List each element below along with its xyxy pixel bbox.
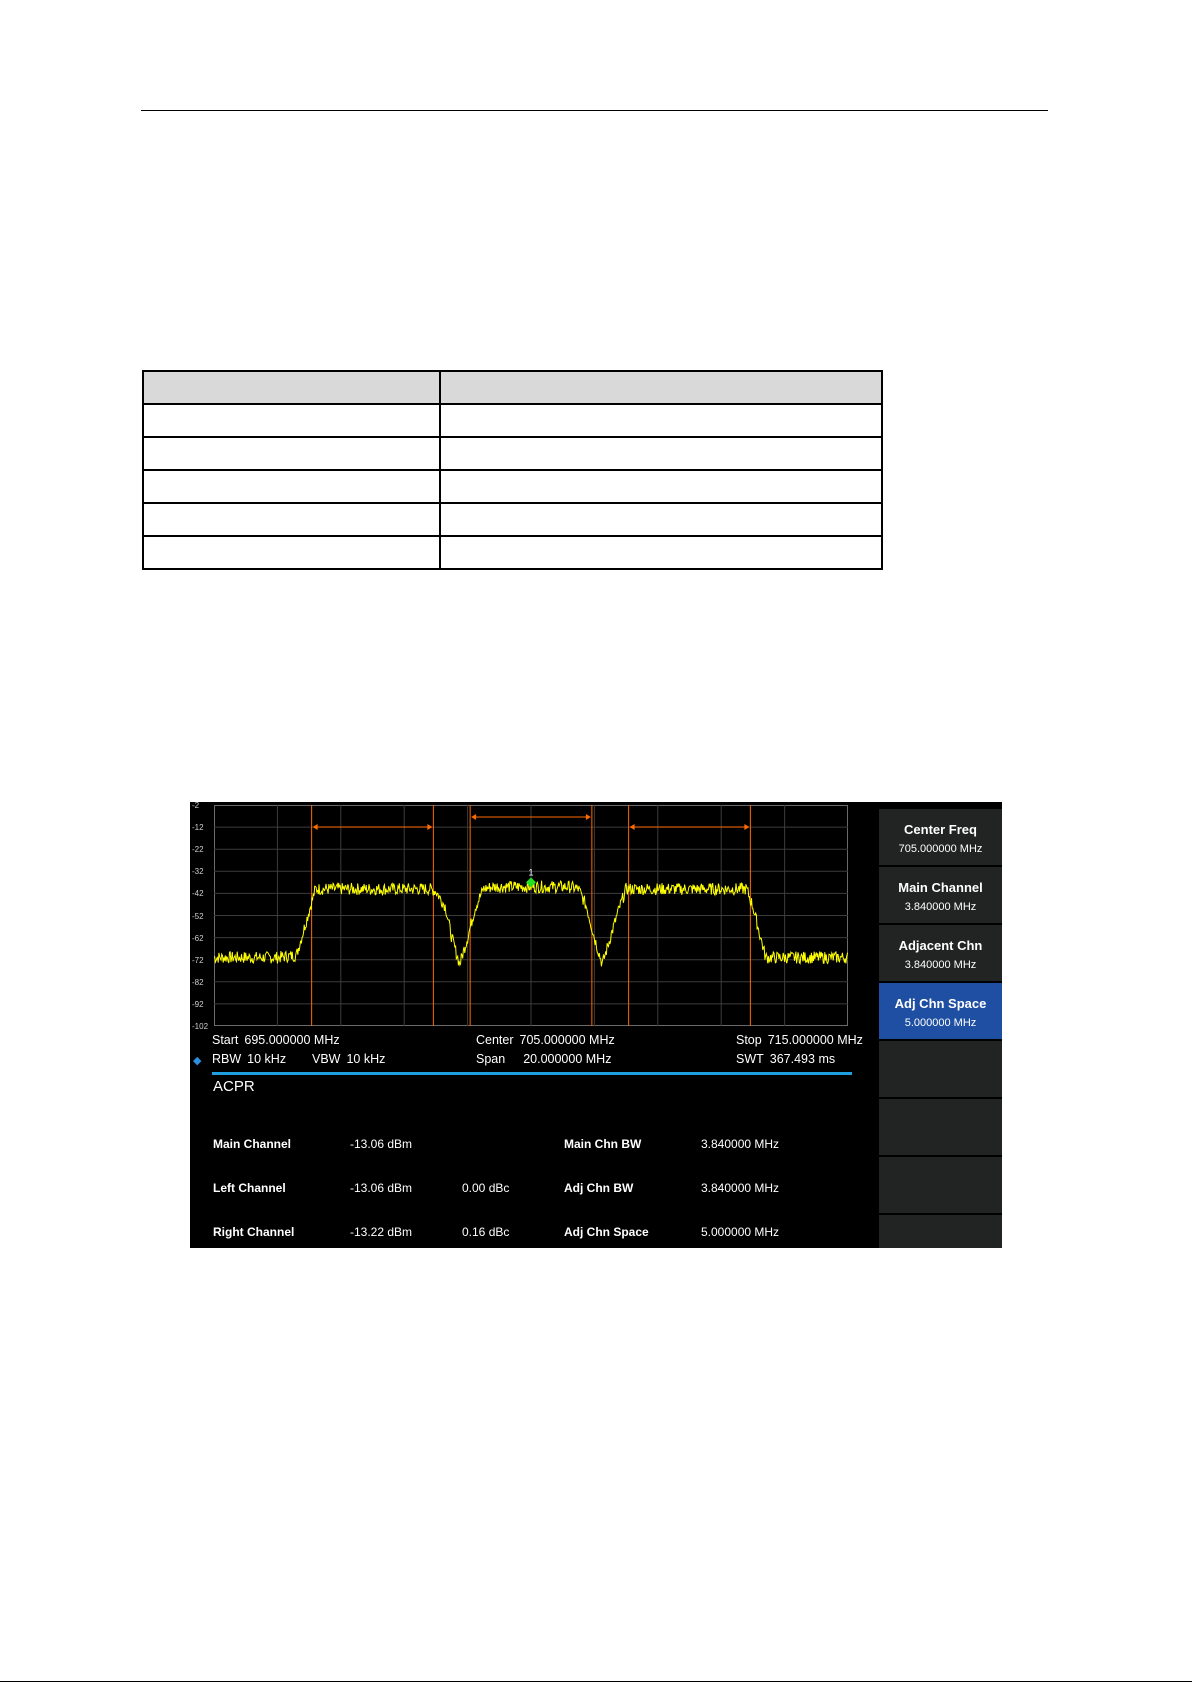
main-chn-bw-value: 3.840000 MHz xyxy=(701,1137,780,1151)
rbw-label: RBW xyxy=(212,1052,242,1066)
adj-chn-bw-value: 3.840000 MHz xyxy=(701,1181,780,1195)
softkey-blank-4[interactable] xyxy=(879,1215,1002,1248)
right-channel-power: -13.22 dBm xyxy=(350,1225,413,1239)
softkey-adjacent-chn[interactable]: Adjacent Chn 3.840000 MHz xyxy=(879,925,1002,981)
swt-label: SWT xyxy=(736,1052,764,1066)
table-cell xyxy=(439,436,883,471)
table-cell xyxy=(439,535,883,570)
y-tick-label: -2 xyxy=(192,802,200,810)
y-tick-label: -62 xyxy=(192,933,204,943)
marker-label: 1 xyxy=(528,867,533,877)
vbw: VBW 10 kHz xyxy=(312,1052,385,1066)
y-tick-label: -32 xyxy=(192,867,204,877)
softkey-panel: Center Freq 705.000000 MHz Main Channel … xyxy=(879,802,1002,1248)
arrow-head-right-icon xyxy=(744,824,750,830)
y-tick-label: -52 xyxy=(192,911,204,921)
main-channel-label: Main Channel xyxy=(213,1137,292,1151)
table-cell xyxy=(142,436,441,471)
center-freq: Center 705.000000 MHz xyxy=(476,1033,615,1047)
softkey-blank-2[interactable] xyxy=(879,1099,1002,1155)
table-row xyxy=(142,502,883,537)
vbw-value: 10 kHz xyxy=(346,1052,386,1066)
table-cell xyxy=(439,502,883,537)
swt-value: 367.493 ms xyxy=(769,1052,836,1066)
y-tick-label: -12 xyxy=(192,823,204,833)
main-chn-bw-label: Main Chn BW xyxy=(564,1137,642,1151)
center-value: 705.000000 MHz xyxy=(519,1033,615,1047)
right-channel-label: Right Channel xyxy=(213,1225,295,1239)
softkey-title: Adjacent Chn xyxy=(898,938,983,953)
table-row xyxy=(142,469,883,504)
table-cell xyxy=(142,502,441,537)
span: Span 20.000000 MHz xyxy=(476,1052,611,1066)
rbw: RBW 10 kHz xyxy=(212,1052,286,1066)
left-channel-label: Left Channel xyxy=(213,1181,286,1195)
left-channel-rel: 0.00 dBc xyxy=(462,1181,510,1195)
softkey-center-freq[interactable]: Center Freq 705.000000 MHz xyxy=(879,809,1002,865)
table-cell xyxy=(439,469,883,504)
span-value: 20.000000 MHz xyxy=(523,1052,612,1066)
adj-chn-bw-label: Adj Chn BW xyxy=(564,1181,634,1195)
stop-label: Stop xyxy=(736,1033,762,1047)
softkey-blank-3[interactable] xyxy=(879,1157,1002,1213)
spectrum-svg: 1 xyxy=(214,805,848,1026)
table-cell xyxy=(142,403,441,438)
left-channel-power: -13.06 dBm xyxy=(350,1181,413,1195)
arrow-head-right-icon xyxy=(427,824,433,830)
table-row xyxy=(142,403,883,438)
softkey-title: Center Freq xyxy=(904,822,977,837)
softkey-title: Main Channel xyxy=(898,880,983,895)
spectrum-plot[interactable]: 1 xyxy=(214,805,848,1026)
start-label: Start xyxy=(212,1033,239,1047)
adj-chn-space-value: 5.000000 MHz xyxy=(701,1225,780,1239)
arrow-head-right-icon xyxy=(585,814,591,820)
y-tick-label: -102 xyxy=(192,1022,209,1031)
softkey-value: 5.000000 MHz xyxy=(904,1017,977,1029)
y-tick-label: -72 xyxy=(192,955,204,965)
softkey-value: 3.840000 MHz xyxy=(904,901,977,913)
page-header-rule xyxy=(141,110,1048,111)
right-channel-rel: 0.16 dBc xyxy=(462,1225,510,1239)
y-tick-label: -22 xyxy=(192,845,204,855)
span-label: Span xyxy=(476,1052,506,1066)
table-cell xyxy=(142,469,441,504)
softkey-value: 3.840000 MHz xyxy=(904,959,977,971)
table-row xyxy=(142,535,883,570)
page-footer-rule xyxy=(0,1681,1192,1682)
parameter-table xyxy=(142,370,883,570)
stop-value: 715.000000 MHz xyxy=(767,1033,863,1047)
swt: SWT 367.493 ms xyxy=(736,1052,835,1066)
softkey-value: 705.000000 MHz xyxy=(898,843,983,855)
y-tick-label: -42 xyxy=(192,889,204,899)
arrow-head-left-icon xyxy=(312,824,318,830)
rbw-value: 10 kHz xyxy=(247,1052,287,1066)
main-channel-power: -13.06 dBm xyxy=(350,1137,413,1151)
table-row xyxy=(142,436,883,471)
divider-line xyxy=(212,1072,852,1075)
arrow-head-left-icon xyxy=(629,824,635,830)
table-cell xyxy=(439,403,883,438)
start-value: 695.000000 MHz xyxy=(244,1033,340,1047)
stop-freq: Stop 715.000000 MHz xyxy=(736,1033,863,1047)
y-tick-label: -92 xyxy=(192,999,204,1009)
analyzer-screen: -2 -12 -22 -32 -42 -52 -62 -72 -82 -92 -102 1 Star… xyxy=(190,802,1002,1248)
acpr-title: ACPR xyxy=(213,1078,255,1095)
center-label: Center xyxy=(476,1033,514,1047)
diamond-icon: ◆ xyxy=(193,1055,202,1067)
softkey-title: Adj Chn Space xyxy=(894,996,987,1011)
arrow-head-left-icon xyxy=(471,814,477,820)
table-cell xyxy=(142,370,441,405)
y-tick-label: -82 xyxy=(192,977,204,987)
table-header-row xyxy=(142,370,883,405)
adj-chn-space-label: Adj Chn Space xyxy=(564,1225,649,1239)
start-freq: Start 695.000000 MHz xyxy=(212,1033,340,1047)
vbw-label: VBW xyxy=(312,1052,341,1066)
table-cell xyxy=(142,535,441,570)
softkey-main-channel[interactable]: Main Channel 3.840000 MHz xyxy=(879,867,1002,923)
softkey-blank-1[interactable] xyxy=(879,1041,1002,1097)
softkey-adj-chn-space[interactable]: Adj Chn Space 5.000000 MHz xyxy=(879,983,1002,1039)
table-cell xyxy=(439,370,883,405)
